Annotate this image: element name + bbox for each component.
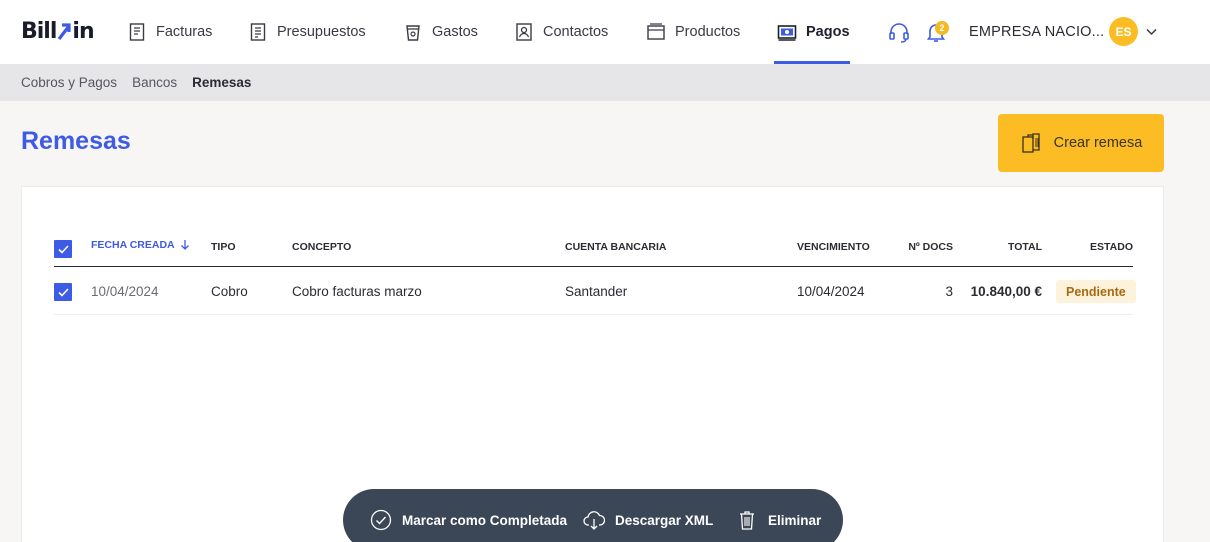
invoice-icon — [129, 23, 145, 41]
column-header-concepto[interactable]: CONCEPTO — [292, 227, 351, 267]
check-circle-icon — [370, 509, 392, 531]
documents-stack-icon — [1022, 133, 1040, 153]
column-header-docs[interactable]: Nº DOCS — [899, 227, 953, 267]
nav-label-productos: Productos — [675, 24, 741, 40]
contact-card-icon — [516, 23, 532, 41]
cell-tipo: Cobro — [211, 284, 248, 299]
notification-count-badge: 2 — [935, 21, 949, 35]
payment-bill-icon — [777, 25, 797, 41]
cell-vencimiento: 10/04/2024 — [797, 284, 865, 299]
nav-item-pagos[interactable]: Pagos — [777, 0, 850, 64]
column-header-tipo[interactable]: TIPO — [211, 227, 236, 267]
company-name[interactable]: EMPRESA NACIO... — [969, 0, 1104, 64]
logo-text-left: Bill — [21, 18, 57, 44]
cell-docs: 3 — [945, 284, 953, 299]
avatar[interactable]: ES — [1109, 17, 1138, 46]
cell-concepto: Cobro facturas marzo — [292, 284, 422, 299]
column-header-estado[interactable]: ESTADO — [1054, 227, 1133, 267]
breadcrumb-remesas: Remesas — [192, 75, 252, 90]
nav-item-gastos[interactable]: Gastos — [403, 0, 478, 64]
nav-label-presupuestos: Presupuestos — [277, 24, 366, 40]
nav-label-gastos: Gastos — [432, 24, 478, 40]
column-header-cuenta[interactable]: CUENTA BANCARIA — [565, 227, 667, 267]
support-headset-icon[interactable] — [887, 20, 911, 44]
nav-label-contactos: Contactos — [543, 24, 609, 40]
quote-icon — [250, 23, 266, 41]
column-label-fecha: FECHA CREADA — [91, 239, 175, 251]
expense-cup-icon — [406, 25, 420, 41]
cell-fecha: 10/04/2024 — [91, 284, 159, 299]
nav-item-contactos[interactable]: Contactos — [514, 0, 608, 64]
column-label-tipo: TIPO — [211, 241, 236, 253]
chevron-down-icon[interactable] — [1145, 25, 1158, 38]
sort-arrow-down-icon — [180, 240, 189, 250]
breadcrumb-cobros-pagos[interactable]: Cobros y Pagos — [21, 75, 117, 90]
row-checkbox[interactable] — [54, 283, 72, 301]
nav-label-pagos: Pagos — [806, 24, 850, 40]
trash-icon — [740, 511, 754, 530]
nav-item-presupuestos[interactable]: Presupuestos — [248, 0, 366, 64]
mark-completed-button[interactable]: Marcar como Completada — [370, 489, 567, 542]
column-header-fecha[interactable]: FECHA CREADA — [91, 225, 190, 265]
cloud-download-icon — [583, 511, 605, 530]
delete-button[interactable]: Eliminar — [736, 489, 821, 542]
breadcrumb-bancos[interactable]: Bancos — [132, 75, 177, 90]
product-box-icon — [647, 23, 665, 40]
top-navigation: Bill in Facturas Presupuestos Gastos Con… — [0, 0, 1210, 64]
column-label-docs: Nº DOCS — [908, 241, 953, 253]
page-title: Remesas — [21, 127, 131, 155]
billin-logo[interactable]: Bill in — [21, 17, 95, 45]
nav-item-productos[interactable]: Productos — [646, 0, 740, 64]
breadcrumb: Cobros y Pagos Bancos Remesas — [0, 64, 1210, 101]
nav-label-facturas: Facturas — [156, 24, 213, 40]
download-xml-label: Descargar XML — [615, 512, 714, 528]
column-label-vencimiento: VENCIMIENTO — [797, 241, 870, 253]
column-label-cuenta: CUENTA BANCARIA — [565, 241, 667, 253]
table-row[interactable]: 10/04/2024 Cobro Cobro facturas marzo Sa… — [54, 268, 1136, 315]
create-remesa-button[interactable]: Crear remesa — [998, 114, 1164, 172]
delete-label: Eliminar — [768, 512, 822, 528]
logo-arrow-icon — [57, 20, 72, 42]
column-label-concepto: CONCEPTO — [292, 241, 352, 253]
column-label-total: TOTAL — [1007, 241, 1042, 253]
download-xml-button[interactable]: Descargar XML — [583, 489, 713, 542]
status-badge: Pendiente — [1056, 280, 1136, 303]
nav-item-facturas[interactable]: Facturas — [127, 0, 212, 64]
column-header-total[interactable]: TOTAL — [962, 227, 1042, 267]
column-header-vencimiento[interactable]: VENCIMIENTO — [797, 227, 870, 267]
cell-cuenta: Santander — [565, 284, 628, 299]
cell-total: 10.840,00 € — [970, 284, 1042, 299]
create-remesa-label: Crear remesa — [1053, 135, 1143, 151]
checkmark-icon — [57, 244, 69, 254]
mark-completed-label: Marcar como Completada — [402, 512, 568, 528]
checkmark-icon — [57, 287, 69, 297]
column-label-estado: ESTADO — [1090, 241, 1133, 253]
select-all-checkbox[interactable] — [54, 240, 72, 258]
bulk-action-bar: Marcar como Completada Descargar XML Eli… — [343, 489, 843, 542]
table-header: FECHA CREADA TIPO CONCEPTO CUENTA BANCAR… — [54, 227, 1133, 267]
logo-text-right: in — [72, 18, 94, 44]
